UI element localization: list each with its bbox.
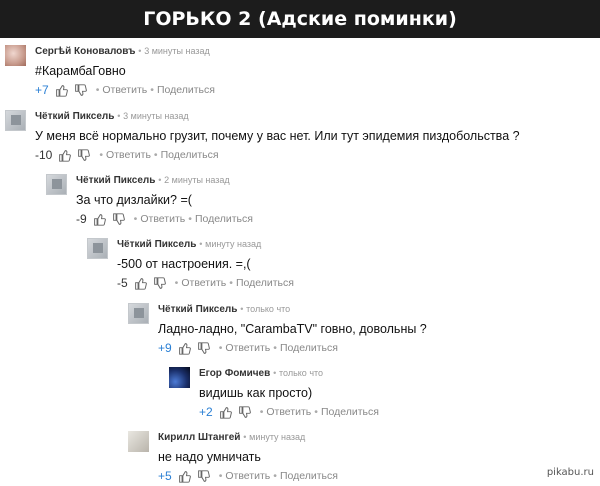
comment-author[interactable]: Чёткий Пиксель bbox=[76, 175, 155, 186]
comment-text: не надо умничать bbox=[158, 450, 261, 464]
user-avatar[interactable] bbox=[128, 431, 149, 452]
comment: Чёткий Пиксель • минуту назад -500 от на… bbox=[87, 238, 595, 293]
thumbs-down-icon[interactable] bbox=[197, 469, 210, 483]
page-title: ГОРЬКО 2 (Адские поминки) bbox=[0, 0, 600, 38]
separator-dot: • bbox=[133, 213, 138, 225]
reply-link[interactable]: Ответить bbox=[140, 212, 185, 226]
comment-time: 3 минуты назад bbox=[144, 46, 210, 56]
comment: Егор Фомичев • только что видишь как про… bbox=[169, 367, 595, 422]
thumbs-up-icon[interactable] bbox=[178, 342, 191, 355]
share-link[interactable]: Поделиться bbox=[236, 276, 294, 290]
comment-time: минуту назад bbox=[249, 432, 306, 442]
comment-score: -9 bbox=[76, 212, 87, 226]
comment-text: За что дизлайки? =( bbox=[76, 193, 192, 207]
reply-link[interactable]: Ответить bbox=[102, 83, 147, 97]
separator-dot: • bbox=[199, 239, 203, 249]
comment-score: -5 bbox=[117, 276, 128, 290]
comment-author[interactable]: Чёткий Пиксель bbox=[158, 304, 237, 315]
separator-dot: • bbox=[259, 406, 264, 418]
user-avatar[interactable] bbox=[5, 45, 26, 66]
thumbs-down-icon[interactable] bbox=[153, 276, 166, 290]
reply-link[interactable]: Ответить bbox=[106, 148, 151, 162]
separator-dot: • bbox=[188, 213, 192, 225]
separator-dot: • bbox=[95, 84, 100, 96]
separator-dot: • bbox=[138, 46, 142, 56]
separator-dot: • bbox=[153, 149, 158, 161]
thumbs-down-icon[interactable] bbox=[74, 83, 87, 97]
user-avatar[interactable] bbox=[5, 110, 26, 131]
user-avatar[interactable] bbox=[169, 367, 190, 388]
separator-dot: • bbox=[273, 342, 277, 354]
thumbs-up-icon[interactable] bbox=[58, 149, 72, 162]
comment-score: +9 bbox=[158, 341, 172, 355]
thumbs-up-icon[interactable] bbox=[55, 84, 68, 97]
thumbs-down-icon[interactable] bbox=[112, 212, 125, 226]
reply-link[interactable]: Ответить bbox=[225, 341, 270, 355]
comment-author[interactable]: Чёткий Пиксель bbox=[35, 111, 114, 122]
comment-author[interactable]: Сергѣй Коноваловъ bbox=[35, 46, 135, 57]
comment-text: У меня всё нормально грузит, почему у ва… bbox=[35, 129, 520, 143]
comment-score: -10 bbox=[35, 148, 53, 162]
reply-link[interactable]: Ответить bbox=[266, 405, 311, 419]
thumbs-down-icon[interactable] bbox=[238, 405, 251, 419]
separator-dot: • bbox=[240, 304, 244, 314]
separator-dot: • bbox=[150, 84, 154, 96]
separator-dot: • bbox=[218, 470, 223, 482]
separator-dot: • bbox=[117, 111, 121, 121]
separator-dot: • bbox=[174, 277, 179, 289]
share-link[interactable]: Поделиться bbox=[195, 212, 253, 226]
share-link[interactable]: Поделиться bbox=[161, 148, 219, 162]
user-avatar[interactable] bbox=[87, 238, 108, 259]
reply-link[interactable]: Ответить bbox=[181, 276, 226, 290]
separator-dot: • bbox=[218, 342, 223, 354]
thumbs-down-icon[interactable] bbox=[77, 148, 91, 162]
comment-time: только что bbox=[279, 368, 324, 378]
separator-dot: • bbox=[229, 277, 233, 289]
user-avatar[interactable] bbox=[46, 174, 67, 195]
comment-score: +7 bbox=[35, 83, 49, 97]
share-link[interactable]: Поделиться bbox=[280, 469, 338, 483]
comment: Чёткий Пиксель • только что Ладно-ладно,… bbox=[128, 303, 595, 358]
separator-dot: • bbox=[273, 368, 277, 378]
site-watermark: pikabu.ru bbox=[546, 467, 594, 478]
separator-dot: • bbox=[158, 175, 162, 185]
share-link[interactable]: Поделиться bbox=[280, 341, 338, 355]
comment-score: +2 bbox=[199, 405, 213, 419]
user-avatar[interactable] bbox=[128, 303, 149, 324]
thumbs-up-icon[interactable] bbox=[178, 470, 191, 483]
share-link[interactable]: Поделиться bbox=[157, 83, 215, 97]
comment-text: #КарамбаГовно bbox=[35, 64, 126, 78]
separator-dot: • bbox=[99, 149, 104, 161]
comment-author[interactable]: Егор Фомичев bbox=[199, 368, 270, 379]
comment-text: -500 от настроения. =,( bbox=[117, 257, 251, 271]
comment-time: 2 минуты назад bbox=[164, 175, 230, 185]
comment-author[interactable]: Кирилл Штангей bbox=[158, 432, 240, 443]
thumbs-up-icon[interactable] bbox=[219, 406, 232, 419]
separator-dot: • bbox=[314, 406, 318, 418]
comment-time: только что bbox=[246, 304, 291, 314]
comment-time: 3 минуты назад bbox=[123, 111, 189, 121]
comment: Кирилл Штангей • минуту назад не надо ум… bbox=[128, 431, 595, 486]
thumbs-up-icon[interactable] bbox=[93, 213, 106, 226]
share-link[interactable]: Поделиться bbox=[321, 405, 379, 419]
comment: Сергѣй Коноваловъ • 3 минуты назад #Кара… bbox=[5, 45, 595, 100]
separator-dot: • bbox=[243, 432, 247, 442]
comment-score: +5 bbox=[158, 469, 172, 483]
comment-time: минуту назад bbox=[205, 239, 262, 249]
comment-text: Ладно-ладно, "CarambaTV" говно, довольны… bbox=[158, 322, 427, 336]
comment-text: видишь как просто) bbox=[199, 386, 313, 400]
comment-author[interactable]: Чёткий Пиксель bbox=[117, 239, 196, 250]
thumbs-down-icon[interactable] bbox=[197, 341, 210, 355]
separator-dot: • bbox=[273, 470, 277, 482]
comment: Чёткий Пиксель • 3 минуты назад У меня в… bbox=[5, 110, 595, 165]
comment: Чёткий Пиксель • 2 минуты назад За что д… bbox=[46, 174, 595, 229]
thumbs-up-icon[interactable] bbox=[134, 277, 147, 290]
reply-link[interactable]: Ответить bbox=[225, 469, 270, 483]
